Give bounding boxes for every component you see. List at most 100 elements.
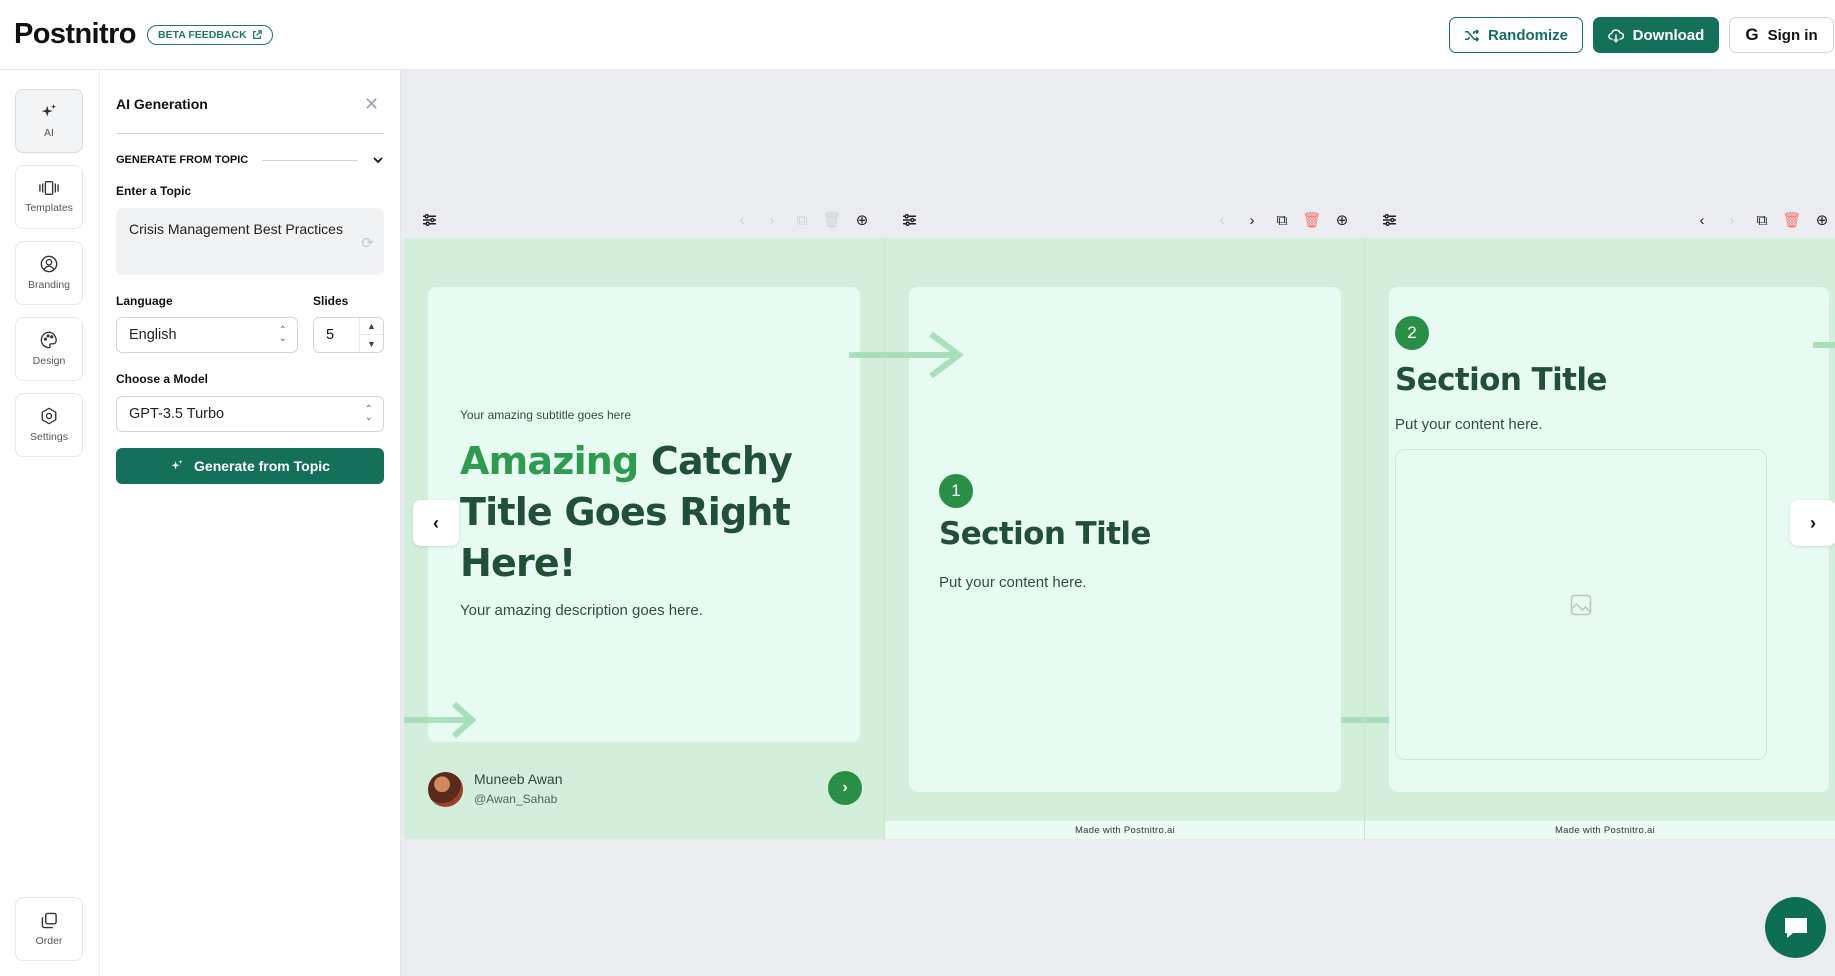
left-rail: AI Templates Branding Design Settings Or… <box>0 70 100 976</box>
sparkles-icon <box>41 103 57 117</box>
rail-item-ai[interactable]: AI <box>15 89 83 153</box>
refresh-icon[interactable]: ⟳ <box>361 232 374 255</box>
section-title: Section Title <box>939 516 1151 552</box>
top-header: Postnitro BETA FEEDBACK Randomize Downlo… <box>0 0 1835 70</box>
chevron-right-icon[interactable]: › <box>1241 208 1263 232</box>
chat-button[interactable] <box>1765 897 1826 958</box>
rail-item-order[interactable]: Order <box>15 897 83 961</box>
section-toggle-generate-from-topic[interactable]: GENERATE FROM TOPIC <box>116 154 384 166</box>
model-value: GPT-3.5 Turbo <box>129 406 225 422</box>
section-content: Put your content here. <box>1395 416 1543 433</box>
generate-from-topic-button[interactable]: Generate from Topic <box>116 448 384 484</box>
rail-item-templates[interactable]: Templates <box>15 165 83 229</box>
palette-icon <box>40 331 57 349</box>
section-title: Section Title <box>1395 362 1607 398</box>
chevron-up-icon[interactable]: ▲ <box>360 318 383 335</box>
rail-label-settings: Settings <box>30 431 68 443</box>
language-label: Language <box>116 294 173 308</box>
shuffle-icon <box>1464 28 1479 42</box>
language-select[interactable]: English ⌃ ⌄ <box>116 317 298 353</box>
arrow-decoration <box>849 331 964 379</box>
generate-label: Generate from Topic <box>194 458 330 474</box>
slide-subtitle: Your amazing subtitle goes here <box>460 408 631 422</box>
trash-icon[interactable]: 🗑 <box>821 208 843 232</box>
rail-item-design[interactable]: Design <box>15 317 83 381</box>
topic-input[interactable]: Crisis Management Best Practices ⟳ <box>116 208 384 275</box>
add-circle-icon[interactable]: ⊕ <box>1331 208 1353 232</box>
model-label: Choose a Model <box>116 372 209 386</box>
chevron-down-icon[interactable]: ▼ <box>360 335 383 352</box>
rail-label-templates: Templates <box>25 202 73 214</box>
sign-in-button[interactable]: G Sign in <box>1729 17 1834 53</box>
language-value: English <box>129 327 177 343</box>
slide-title-accent: Amazing <box>460 439 639 483</box>
stepper-arrows: ▲ ▼ <box>359 318 383 352</box>
google-icon: G <box>1745 25 1759 44</box>
rail-item-branding[interactable]: Branding <box>15 241 83 305</box>
cloud-download-icon <box>1607 28 1624 43</box>
sign-in-label: Sign in <box>1767 26 1818 44</box>
sliders-icon[interactable] <box>898 208 920 232</box>
arrow-decoration <box>1813 342 1835 348</box>
external-link-icon <box>252 30 262 39</box>
chevron-right-icon[interactable]: › <box>1721 208 1743 232</box>
beta-feedback-label: BETA FEEDBACK <box>158 29 247 41</box>
made-with-footer: Made with Postnitro.ai <box>885 821 1365 839</box>
download-label: Download <box>1632 26 1705 44</box>
add-circle-icon[interactable]: ⊕ <box>1811 208 1833 232</box>
chevron-left-icon[interactable]: ‹ <box>1211 208 1233 232</box>
image-icon <box>1570 594 1592 615</box>
slides-stepper[interactable]: 5 ▲ ▼ <box>313 317 384 353</box>
slide-section-2[interactable]: 2 Section Title Put your content here. M… <box>1364 238 1835 839</box>
avatar <box>428 772 463 807</box>
chevron-right-icon[interactable]: › <box>761 208 783 232</box>
chevron-down-icon <box>373 157 383 164</box>
rail-label-branding: Branding <box>27 279 71 291</box>
sparkles-icon <box>171 459 183 470</box>
carousel-next-button[interactable]: › <box>1790 500 1835 546</box>
divider <box>116 133 384 134</box>
image-placeholder[interactable] <box>1395 449 1767 760</box>
topic-value: Crisis Management Best Practices <box>129 221 343 237</box>
sliders-icon[interactable] <box>1378 208 1400 232</box>
arrow-decoration <box>404 701 477 739</box>
carousel-prev-button[interactable]: ‹ <box>413 500 459 546</box>
chat-bubble-icon <box>1784 917 1807 938</box>
duplicate-icon[interactable]: ⧉ <box>791 208 813 232</box>
chevron-updown-icon: ⌃ ⌄ <box>364 404 373 423</box>
divider <box>262 159 358 161</box>
close-icon[interactable]: ✕ <box>364 94 379 115</box>
model-select[interactable]: GPT-3.5 Turbo ⌃ ⌄ <box>116 396 384 432</box>
duplicate-icon[interactable]: ⧉ <box>1751 208 1773 232</box>
author-handle: @Awan_Sahab <box>474 792 558 806</box>
trash-icon[interactable]: 🗑 <box>1301 208 1323 232</box>
slide-section-1[interactable]: 1 Section Title Put your content here. M… <box>849 238 1414 839</box>
add-circle-icon[interactable]: ⊕ <box>851 208 873 232</box>
chevron-left-icon[interactable]: ‹ <box>1691 208 1713 232</box>
hexagon-gear-icon <box>41 407 57 425</box>
slide-intro[interactable]: Your amazing subtitle goes here Amazing … <box>404 238 884 839</box>
slides-strip: Your amazing subtitle goes here Amazing … <box>404 238 1835 839</box>
rail-item-settings[interactable]: Settings <box>15 393 83 457</box>
rail-label-design: Design <box>32 355 66 367</box>
chevron-left-icon[interactable]: ‹ <box>731 208 753 232</box>
section-title: GENERATE FROM TOPIC <box>116 154 249 166</box>
download-button[interactable]: Download <box>1593 17 1719 53</box>
section-number-badge: 2 <box>1395 316 1429 350</box>
section-number-badge: 1 <box>939 474 973 508</box>
trash-icon[interactable]: 🗑 <box>1781 208 1803 232</box>
panel-title: AI Generation <box>116 96 208 112</box>
slides-label: Slides <box>313 294 349 308</box>
slides-value: 5 <box>326 327 335 343</box>
randomize-label: Randomize <box>1487 26 1568 44</box>
sliders-icon[interactable] <box>418 208 440 232</box>
slide-title: Amazing Catchy Title Goes Right Here! <box>460 436 840 589</box>
made-with-footer: Made with Postnitro.ai <box>1365 821 1835 839</box>
copy-icon <box>41 912 57 928</box>
beta-feedback-badge[interactable]: BETA FEEDBACK <box>147 25 273 45</box>
logo[interactable]: Postnitro <box>14 18 136 51</box>
user-circle-icon <box>40 255 58 273</box>
duplicate-icon[interactable]: ⧉ <box>1271 208 1293 232</box>
ai-generation-panel: AI Generation ✕ GENERATE FROM TOPIC Ente… <box>100 70 401 976</box>
randomize-button[interactable]: Randomize <box>1449 17 1583 53</box>
